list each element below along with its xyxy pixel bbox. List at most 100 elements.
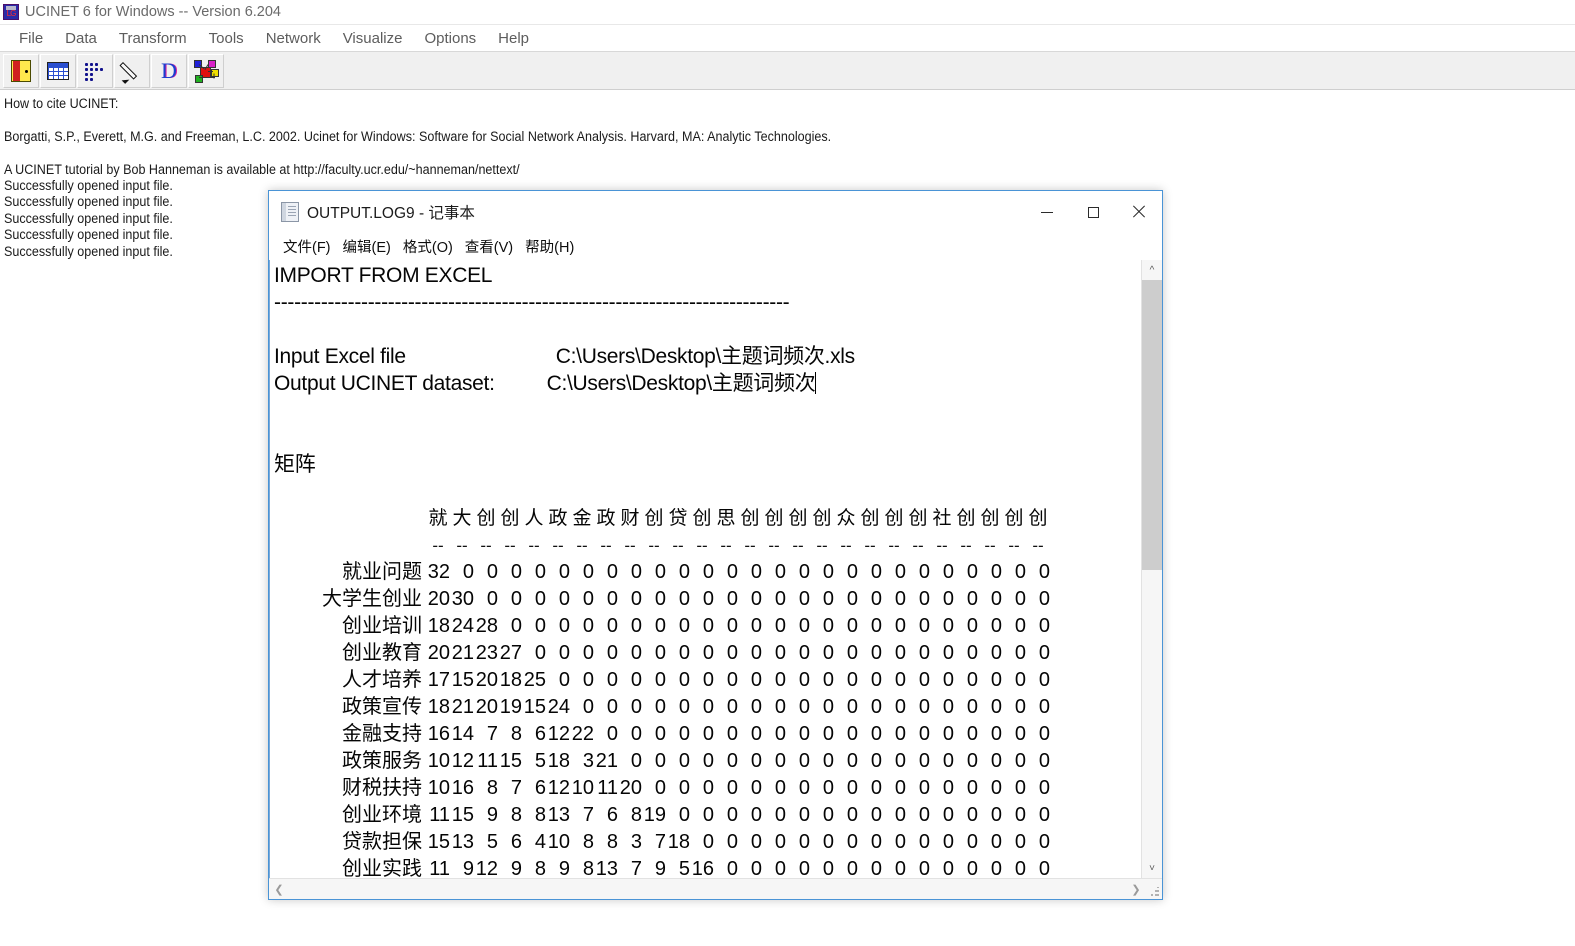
menu-data[interactable]: Data	[54, 30, 108, 47]
np-menu-help[interactable]: 帮助(H)	[519, 234, 580, 259]
matrix-cell: 5	[534, 750, 546, 772]
scroll-right-button[interactable]: ❯	[1126, 879, 1146, 899]
vertical-scrollbar[interactable]: ^ ˅	[1141, 260, 1162, 878]
menu-transform[interactable]: Transform	[108, 30, 198, 47]
minimize-button[interactable]	[1024, 191, 1070, 233]
matrix-cell: 0	[822, 804, 834, 826]
toolbar-spreadsheet-button[interactable]	[40, 54, 76, 88]
matrix-cell: 0	[894, 642, 906, 664]
matrix-cell: 0	[846, 561, 858, 583]
matrix-cell: 0	[822, 561, 834, 583]
matrix-cell: 18	[427, 615, 450, 637]
vertical-scroll-thumb[interactable]	[1142, 280, 1162, 570]
menu-network[interactable]: Network	[255, 30, 332, 47]
np-menu-edit[interactable]: 编辑(E)	[337, 234, 397, 259]
close-button[interactable]	[1116, 191, 1162, 233]
network-graph-icon	[194, 60, 219, 83]
menu-help[interactable]: Help	[487, 30, 540, 47]
matrix-cell: 0	[966, 615, 978, 637]
matrix-col-header: 创	[860, 508, 880, 529]
menu-file[interactable]: File	[8, 30, 54, 47]
scroll-up-button[interactable]: ^	[1142, 260, 1162, 280]
matrix-cell: 0	[846, 642, 858, 664]
matrix-cell: 18	[667, 831, 690, 853]
matrix-cell: 0	[966, 831, 978, 853]
horizontal-scrollbar[interactable]: ❮ ❯	[269, 878, 1162, 899]
matrix-cell: 9	[510, 858, 522, 878]
np-menu-view[interactable]: 查看(V)	[459, 234, 519, 259]
matrix-cell: 0	[990, 669, 1002, 691]
matrix-row-label: 政策服务	[342, 750, 422, 772]
matrix-cell: 8	[582, 858, 594, 878]
matrix-cell: 0	[606, 696, 618, 718]
matrix-cell: 21	[451, 696, 474, 718]
maximize-button[interactable]	[1070, 191, 1116, 233]
menu-options[interactable]: Options	[413, 30, 487, 47]
np-menu-format[interactable]: 格式(O)	[397, 234, 459, 259]
matrix-cell: 0	[918, 723, 930, 745]
matrix-cell: 0	[990, 750, 1002, 772]
vertical-scroll-track[interactable]	[1142, 280, 1162, 858]
matrix-row-label: 大学生创业	[322, 588, 422, 610]
matrix-cell: 0	[774, 561, 786, 583]
matrix-cell: 28	[475, 615, 498, 637]
matrix-row: 贷款担保 15 13 5 6 4 10 8 8 3 7 18 0 0 0 0 0 0 0 0 0 0 0 0 0 0 0	[274, 829, 1141, 856]
matrix-cell: 0	[894, 615, 906, 637]
matrix-row-label: 就业问题	[342, 561, 422, 583]
matrix-cell: 0	[1014, 777, 1026, 799]
matrix-cell: 0	[678, 723, 690, 745]
matrix-cell: 0	[798, 561, 810, 583]
matrix-separator-cell: --	[1008, 536, 1020, 555]
toolbar-netdraw-button[interactable]	[188, 54, 224, 88]
matrix-separator-cell: --	[624, 536, 636, 555]
matrix-row: 政策服务 10 12 11 15 5 18 3 21 0 0 0 0 0 0 0 0 0 0 0 0 0 0 0 0 0 0	[274, 748, 1141, 775]
scroll-left-button[interactable]: ❮	[269, 879, 289, 899]
matrix-cell: 19	[643, 804, 666, 826]
notepad-text-area[interactable]: IMPORT FROM EXCEL -- -- -- -- -- -- -- -- -- -- --…	[269, 260, 1141, 878]
matrix-cell: 20	[427, 642, 450, 664]
toolbar-display-button[interactable]: D	[151, 54, 187, 88]
matrix-cell: 0	[750, 777, 762, 799]
matrix-cell: 0	[510, 615, 522, 637]
matrix-cell: 0	[702, 750, 714, 772]
matrix-cell: 0	[630, 561, 642, 583]
menu-visualize[interactable]: Visualize	[332, 30, 414, 47]
matrix-title: 矩阵	[274, 453, 316, 476]
matrix-cell: 0	[486, 588, 498, 610]
toolbar-exit-button[interactable]	[3, 54, 39, 88]
notepad-menubar: 文件(F) 编辑(E) 格式(O) 查看(V) 帮助(H)	[269, 233, 1162, 259]
matrix-cell: 0	[582, 669, 594, 691]
toolbar-matrix-button[interactable]	[77, 54, 113, 88]
matrix-cell: 30	[451, 588, 474, 610]
matrix-cell: 0	[654, 588, 666, 610]
matrix-separator-cell: --	[960, 536, 972, 555]
scroll-down-button[interactable]: ˅	[1142, 858, 1162, 878]
matrix-cell: 0	[822, 858, 834, 878]
matrix-cell: 0	[918, 750, 930, 772]
matrix-cell: 0	[750, 831, 762, 853]
matrix-cell: 0	[918, 669, 930, 691]
matrix-cell: 0	[678, 804, 690, 826]
menu-tools[interactable]: Tools	[198, 30, 255, 47]
matrix-cell: 11	[429, 858, 450, 878]
matrix-cell: 0	[678, 615, 690, 637]
np-menu-file[interactable]: 文件(F)	[277, 234, 337, 259]
matrix-separator-cell: --	[768, 536, 780, 555]
matrix-cell: 0	[918, 804, 930, 826]
horizontal-scroll-track[interactable]	[289, 879, 1126, 899]
matrix-dots-icon	[84, 61, 106, 81]
matrix-cell: 0	[558, 588, 570, 610]
matrix-cell: 9	[462, 858, 474, 878]
matrix-row: 创业环境 11 15 9 8 8 13 7 6 8 19 0 0 0 0 0 0 0 0 0 0 0 0 0 0 0 0	[274, 802, 1141, 829]
matrix-cell: 0	[774, 858, 786, 878]
toolbar-draw-button[interactable]	[114, 54, 150, 88]
matrix-cell: 0	[942, 696, 954, 718]
matrix-cell: 10	[571, 777, 594, 799]
matrix-col-header: 创	[956, 508, 976, 529]
notepad-titlebar[interactable]: OUTPUT.LOG9 - 记事本	[269, 191, 1162, 233]
matrix-cell: 16	[427, 723, 450, 745]
matrix-cell: 0	[654, 561, 666, 583]
resize-grip-icon[interactable]	[1146, 879, 1162, 899]
matrix-cell: 0	[870, 777, 882, 799]
